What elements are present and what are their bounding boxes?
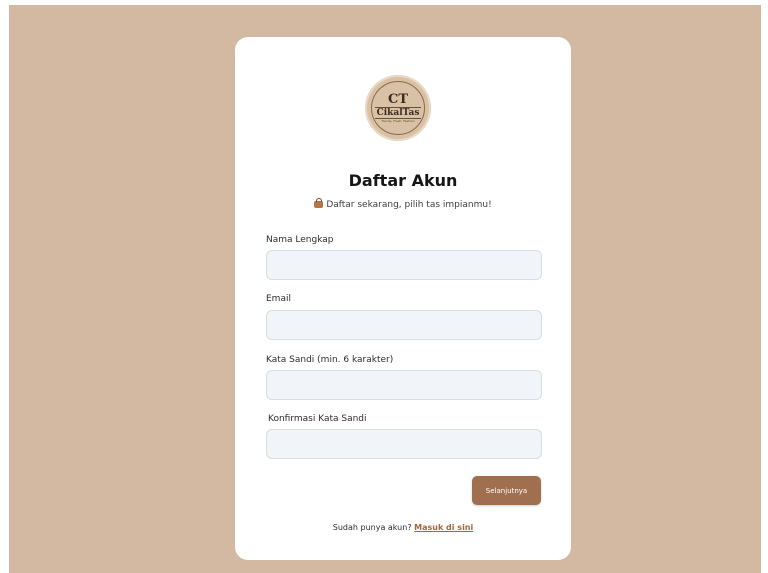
full-name-label: Nama Lengkap: [266, 235, 334, 245]
page-subtitle: Daftar sekarang, pilih tas impianmu!: [235, 198, 571, 210]
subtitle-text: Daftar sekarang, pilih tas impianmu!: [326, 200, 492, 210]
full-name-input[interactable]: [266, 250, 542, 280]
password-input[interactable]: [266, 370, 542, 400]
next-button[interactable]: Selanjutnya: [472, 476, 541, 505]
login-prompt-text: Sudah punya akun?: [332, 523, 412, 532]
email-label: Email: [266, 294, 291, 304]
email-input[interactable]: [266, 310, 542, 340]
page-title: Daftar Akun: [348, 171, 458, 190]
register-card: CT CikalTas Trendy, Fresh, Fashion Dafta…: [235, 37, 571, 560]
confirm-password-label: Konfirmasi Kata Sandi: [268, 414, 367, 424]
password-label: Kata Sandi (min. 6 karakter): [266, 355, 394, 365]
login-prompt: Sudah punya akun? Masuk di sini: [235, 523, 571, 532]
handbag-icon: [314, 198, 324, 208]
page-background: CT CikalTas Trendy, Fresh, Fashion Dafta…: [9, 5, 761, 573]
logo-tagline: Trendy, Fresh, Fashion: [381, 118, 415, 123]
login-link[interactable]: Masuk di sini: [414, 523, 473, 532]
confirm-password-input[interactable]: [266, 429, 542, 459]
logo-name: CikalTas: [374, 106, 422, 119]
logo-monogram: CT: [387, 91, 409, 107]
cikaltas-logo: CT CikalTas Trendy, Fresh, Fashion: [365, 75, 431, 141]
logo-emblem: CT CikalTas Trendy, Fresh, Fashion: [371, 81, 425, 135]
